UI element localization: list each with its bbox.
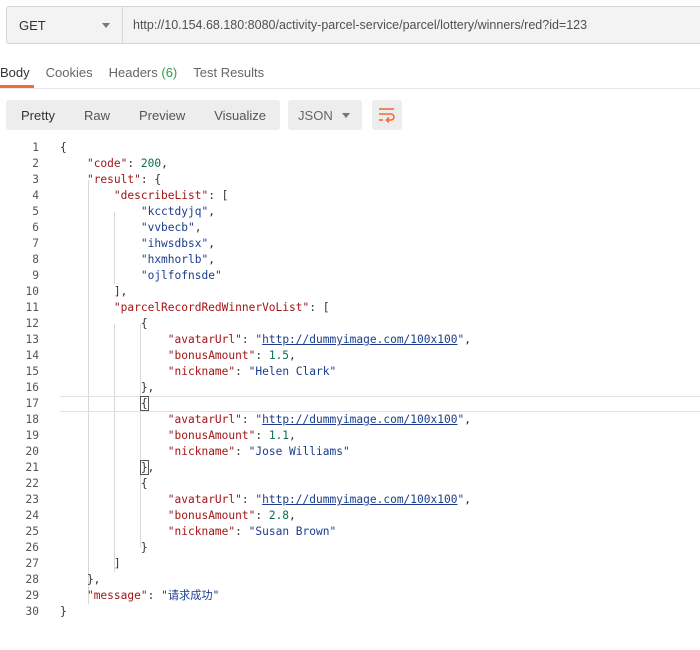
code-line: 8 "hxmhorlb", xyxy=(32,253,215,266)
code-line: 5 "kcctdyjq", xyxy=(32,205,215,218)
code-line: 3 "result": { xyxy=(32,173,162,186)
mode-raw-button[interactable]: Raw xyxy=(69,100,124,130)
code-line: 20 "nickname": "Jose Williams" xyxy=(25,445,350,458)
code-line: 14 "bonusAmount": 1.5, xyxy=(25,349,296,362)
code-value: 200 xyxy=(140,157,162,170)
code-line: 15 "nickname": "Helen Clark" xyxy=(25,365,337,378)
code-line: 9 "ojlfofnsde" xyxy=(32,269,222,282)
chevron-down-icon xyxy=(342,112,351,118)
message-value: 请求成功 xyxy=(167,589,213,602)
code-line: 21 }, xyxy=(25,460,155,475)
code-line: 1{ xyxy=(32,141,67,154)
avatar-url-link[interactable]: http://dummyimage.com/100x100 xyxy=(262,413,457,426)
mode-pretty-button[interactable]: Pretty xyxy=(6,100,69,130)
code-line: 25 "nickname": "Susan Brown" xyxy=(25,525,337,538)
code-line: 2 "code": 200, xyxy=(32,157,168,170)
code-line: 29 "message": "请求成功" xyxy=(25,589,220,602)
tab-cookies[interactable]: Cookies xyxy=(46,58,93,88)
code-line: 16 }, xyxy=(25,381,155,394)
tab-body[interactable]: Body xyxy=(0,58,34,88)
format-label: JSON xyxy=(298,107,333,123)
code-line: 11 "parcelRecordRedWinnerVoList": [ xyxy=(25,301,330,314)
url-input[interactable]: http://10.154.68.180:8080/activity-parce… xyxy=(122,6,700,44)
code-line: 26 } xyxy=(25,541,148,554)
chevron-down-icon xyxy=(102,22,110,28)
code-line: 23 "avatarUrl": "http://dummyimage.com/1… xyxy=(25,493,471,506)
code-line: 18 "avatarUrl": "http://dummyimage.com/1… xyxy=(25,413,471,426)
code-line: 12 { xyxy=(25,317,148,330)
method-select[interactable]: GET xyxy=(6,6,122,44)
code-line: 19 "bonusAmount": 1.1, xyxy=(25,429,296,442)
view-mode-group: Pretty Raw Preview Visualize xyxy=(6,100,281,130)
headers-count: (6) xyxy=(161,65,178,80)
viewer-toolbar: Pretty Raw Preview Visualize JSON xyxy=(6,100,403,130)
code-line: 4 "describeList": [ xyxy=(32,189,229,202)
tab-test-results[interactable]: Test Results xyxy=(193,58,264,88)
response-body-viewer[interactable]: 1{ 2 "code": 200, 3 "result": { 4 "descr… xyxy=(0,140,700,620)
mode-preview-button[interactable]: Preview xyxy=(124,100,199,130)
code-line: 22 { xyxy=(25,477,148,490)
code-line: 10 ], xyxy=(25,285,128,298)
code-line: 27 ] xyxy=(25,557,121,570)
method-label: GET xyxy=(19,17,46,33)
code-line-active: 17 { xyxy=(0,396,700,412)
wrap-lines-icon xyxy=(379,108,395,123)
request-bar: GET http://10.154.68.180:8080/activity-p… xyxy=(6,6,700,44)
code-line: 28 }, xyxy=(25,573,101,586)
tab-headers[interactable]: Headers (6) xyxy=(109,58,178,88)
response-tabs: Body Cookies Headers (6) Test Results xyxy=(0,58,700,88)
code-line: 7 "ihwsdbsx", xyxy=(32,237,215,250)
tabs-divider xyxy=(0,88,700,89)
avatar-url-link[interactable]: http://dummyimage.com/100x100 xyxy=(262,333,457,346)
format-select[interactable]: JSON xyxy=(288,100,363,130)
code-line: 30} xyxy=(25,605,67,618)
code-line: 6 "vvbecb", xyxy=(32,221,202,234)
code-line: 24 "bonusAmount": 2.8, xyxy=(25,509,296,522)
code-line: 13 "avatarUrl": "http://dummyimage.com/1… xyxy=(25,333,471,346)
avatar-url-link[interactable]: http://dummyimage.com/100x100 xyxy=(262,493,457,506)
wrap-lines-button[interactable] xyxy=(372,100,403,130)
mode-visualize-button[interactable]: Visualize xyxy=(199,100,280,130)
